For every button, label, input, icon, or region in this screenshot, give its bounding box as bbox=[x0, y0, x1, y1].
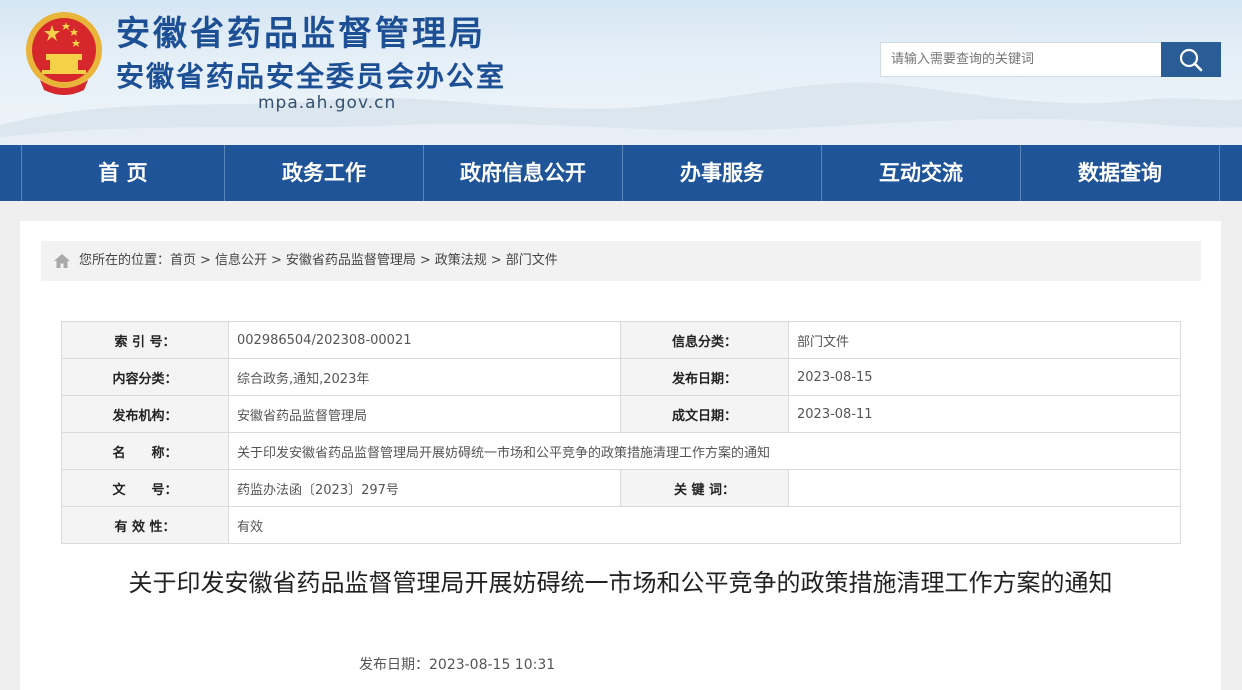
publish-date-label: 发布日期： bbox=[620, 358, 789, 396]
search-input[interactable] bbox=[880, 42, 1161, 77]
keywords-value bbox=[788, 469, 1181, 507]
table-row: 内容分类： 综合政务,通知,2023年 发布日期： 2023-08-15 bbox=[61, 358, 1181, 396]
breadcrumb-bureau[interactable]: 安徽省药品监督管理局 bbox=[286, 253, 416, 268]
main-content: 您所在的位置：首页 > 信息公开 > 安徽省药品监督管理局 > 政策法规 > 部门文件 索 引 … bbox=[20, 221, 1221, 690]
doc-number-label: 文 号： bbox=[61, 469, 229, 507]
doc-name-value: 关于印发安徽省药品监督管理局开展妨碍统一市场和公平竞争的政策措施清理工作方案的通… bbox=[228, 432, 1181, 470]
index-value: 002986504/202308-00021 bbox=[228, 321, 621, 359]
nav-item-services[interactable]: 办事服务 bbox=[623, 145, 821, 201]
category-value: 部门文件 bbox=[788, 321, 1181, 359]
breadcrumb-separator: > bbox=[270, 253, 282, 268]
document-metadata-table: 索 引 号： 002986504/202308-00021 信息分类： 部门文件… bbox=[61, 321, 1181, 544]
breadcrumb-policy[interactable]: 政策法规 bbox=[435, 253, 487, 268]
issuer-label: 发布机构： bbox=[61, 395, 229, 433]
article-publish-date: 发布日期：2023-08-15 10:31 bbox=[359, 657, 556, 673]
nav-item-interaction[interactable]: 互动交流 bbox=[822, 145, 1020, 201]
main-nav: 首 页 政务工作 政府信息公开 办事服务 互动交流 数据查询 bbox=[0, 145, 1242, 201]
table-row: 索 引 号： 002986504/202308-00021 信息分类： 部门文件 bbox=[61, 321, 1181, 359]
content-type-label: 内容分类： bbox=[61, 358, 229, 396]
publish-date-value: 2023-08-15 bbox=[788, 358, 1181, 396]
validity-label: 有 效 性： bbox=[61, 506, 229, 544]
index-label: 索 引 号： bbox=[61, 321, 229, 359]
national-emblem-icon bbox=[26, 12, 102, 95]
breadcrumb-separator: > bbox=[419, 253, 431, 268]
breadcrumb-prefix: 您所在的位置： bbox=[79, 253, 171, 268]
article-title: 关于印发安徽省药品监督管理局开展妨碍统一市场和公平竞争的政策措施清理工作方案的通… bbox=[128, 569, 1113, 597]
written-date-value: 2023-08-11 bbox=[788, 395, 1181, 433]
breadcrumb-separator: > bbox=[200, 253, 211, 268]
nav-divider bbox=[1219, 145, 1220, 201]
written-date-label: 成文日期： bbox=[620, 395, 789, 433]
nav-item-home[interactable]: 首 页 bbox=[22, 145, 224, 201]
search-icon bbox=[1179, 48, 1203, 71]
nav-item-data-query[interactable]: 数据查询 bbox=[1021, 145, 1219, 201]
breadcrumb-separator: > bbox=[490, 253, 502, 268]
keywords-label: 关 键 词： bbox=[620, 469, 789, 507]
nav-item-gov-affairs[interactable]: 政务工作 bbox=[225, 145, 423, 201]
nav-item-info-disclosure[interactable]: 政府信息公开 bbox=[424, 145, 622, 201]
site-domain: mpa.ah.gov.cn bbox=[258, 93, 397, 113]
table-row: 发布机构： 安徽省药品监督管理局 成文日期： 2023-08-11 bbox=[61, 395, 1181, 433]
doc-name-label: 名 称： bbox=[61, 432, 229, 470]
breadcrumb-home[interactable]: 首页 bbox=[170, 253, 196, 268]
category-label: 信息分类： bbox=[620, 321, 789, 359]
doc-number-value: 药监办法函〔2023〕297号 bbox=[228, 469, 621, 507]
issuer-value: 安徽省药品监督管理局 bbox=[228, 395, 621, 433]
table-row: 有 效 性： 有效 bbox=[61, 506, 1181, 544]
breadcrumb-info-disclosure[interactable]: 信息公开 bbox=[215, 253, 267, 268]
table-row: 文 号： 药监办法函〔2023〕297号 关 键 词： bbox=[61, 469, 1181, 507]
site-title: 安徽省药品监督管理局 bbox=[116, 14, 486, 54]
search-button[interactable] bbox=[1161, 42, 1221, 77]
breadcrumb-dept-docs[interactable]: 部门文件 bbox=[506, 253, 558, 268]
table-row: 名 称： 关于印发安徽省药品监督管理局开展妨碍统一市场和公平竞争的政策措施清理工… bbox=[61, 432, 1181, 470]
site-header: 安徽省药品监督管理局 安徽省药品安全委员会办公室 mpa.ah.gov.cn bbox=[0, 0, 1242, 145]
breadcrumb: 您所在的位置：首页 > 信息公开 > 安徽省药品监督管理局 > 政策法规 > 部门文件 bbox=[41, 241, 1201, 281]
site-subtitle: 安徽省药品安全委员会办公室 bbox=[116, 60, 507, 93]
content-type-value: 综合政务,通知,2023年 bbox=[228, 358, 621, 396]
validity-value: 有效 bbox=[228, 506, 1181, 544]
home-icon bbox=[54, 254, 70, 268]
